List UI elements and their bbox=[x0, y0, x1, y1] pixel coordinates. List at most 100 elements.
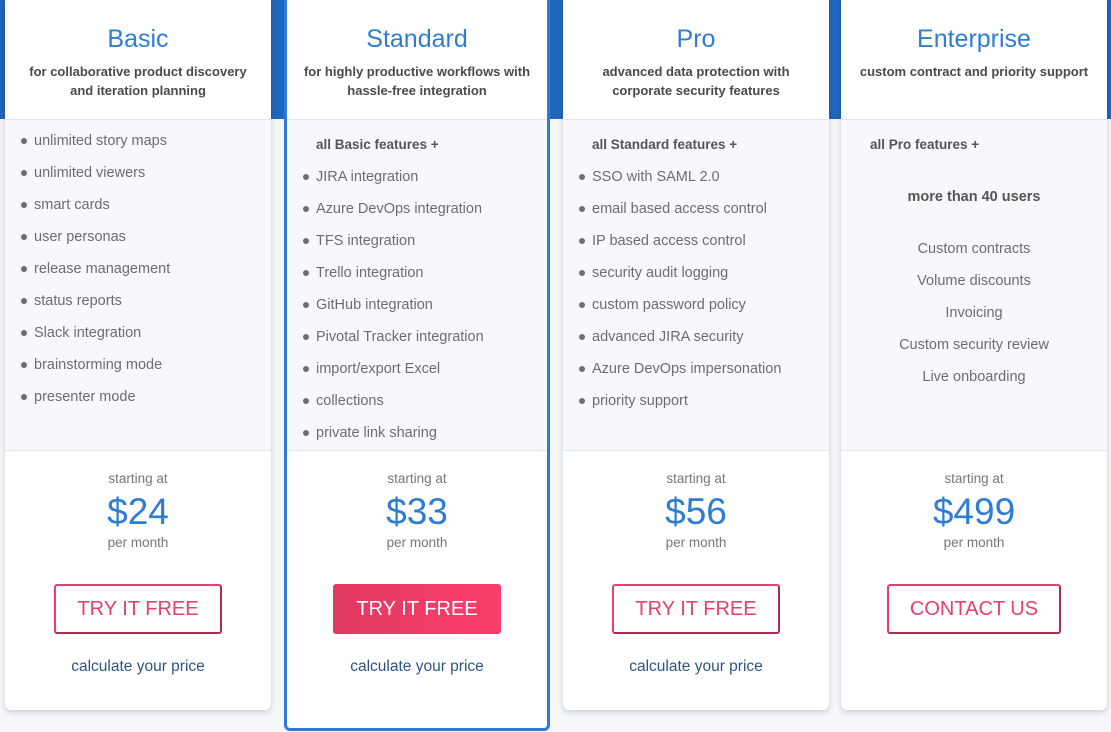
feature-item: status reports bbox=[5, 285, 271, 317]
period-label: per month bbox=[665, 535, 727, 550]
feature-item: email based access control bbox=[563, 193, 829, 225]
features-header: all Basic features + bbox=[316, 137, 439, 152]
feature-item: custom password policy bbox=[563, 289, 829, 321]
bullet-icon bbox=[303, 206, 309, 212]
plan-description: advanced data protection with corporate … bbox=[602, 64, 790, 98]
feature-item: Azure DevOps impersonation bbox=[563, 353, 829, 385]
price-section: starting at $56 per month TRY IT FREE ca… bbox=[563, 451, 829, 676]
price: $499 bbox=[932, 491, 1016, 532]
bullet-icon bbox=[579, 206, 585, 212]
user-count-highlight: more than 40 users bbox=[907, 189, 1041, 205]
starting-label: starting at bbox=[666, 471, 726, 486]
plan-description: for highly productive workflows with has… bbox=[303, 64, 531, 98]
feature-item: import/export Excel bbox=[287, 353, 547, 385]
bullet-icon bbox=[21, 330, 27, 336]
feature-item: unlimited story maps bbox=[5, 125, 271, 157]
feature-item: user personas bbox=[5, 221, 271, 253]
price: $24 bbox=[107, 491, 169, 532]
feature-item: Invoicing bbox=[945, 305, 1003, 321]
bullet-icon bbox=[303, 398, 309, 404]
bullet-icon bbox=[303, 174, 309, 180]
bullet-icon bbox=[21, 138, 27, 144]
price: $33 bbox=[386, 491, 448, 532]
bullet-icon bbox=[579, 366, 585, 372]
price-section: starting at $24 per month TRY IT FREE ca… bbox=[5, 451, 271, 676]
feature-item: IP based access control bbox=[563, 225, 829, 257]
plan-name: Pro bbox=[676, 25, 716, 53]
bullet-icon bbox=[21, 394, 27, 400]
price-section: starting at $33 per month TRY IT FREE ca… bbox=[287, 451, 547, 676]
feature-item: Pivotal Tracker integration bbox=[287, 321, 547, 353]
calculate-price-link[interactable]: calculate your price bbox=[287, 658, 547, 676]
feature-list: all Standard features + SSO with SAML 2.… bbox=[563, 120, 829, 451]
bullet-icon bbox=[303, 430, 309, 436]
plan-header: Standard for highly productive workflows… bbox=[287, 0, 547, 120]
feature-item: advanced JIRA security bbox=[563, 321, 829, 353]
bullet-icon bbox=[579, 238, 585, 244]
feature-item: presenter mode bbox=[5, 381, 271, 413]
feature-item: Live onboarding bbox=[922, 369, 1026, 385]
feature-item: Custom security review bbox=[899, 337, 1049, 353]
bullet-icon bbox=[21, 234, 27, 240]
plan-description: for collaborative product discovery and … bbox=[29, 64, 247, 98]
plan-card-basic: Basic for collaborative product discover… bbox=[5, 0, 271, 710]
feature-list: all Pro features + more than 40 users Cu… bbox=[841, 120, 1107, 451]
features-header: all Pro features + bbox=[870, 137, 980, 152]
feature-item: private link sharing bbox=[287, 417, 547, 449]
bullet-icon bbox=[303, 334, 309, 340]
bullet-icon bbox=[579, 398, 585, 404]
feature-item: unlimited viewers bbox=[5, 157, 271, 189]
feature-item: SSO with SAML 2.0 bbox=[563, 161, 829, 193]
bullet-icon bbox=[21, 362, 27, 368]
plan-name: Standard bbox=[366, 25, 468, 53]
calculate-price-link[interactable]: calculate your price bbox=[563, 658, 829, 676]
plan-name: Enterprise bbox=[917, 25, 1031, 53]
starting-label: starting at bbox=[387, 471, 447, 486]
bullet-icon bbox=[579, 302, 585, 308]
plan-card-standard: Standard for highly productive workflows… bbox=[284, 0, 550, 731]
starting-label: starting at bbox=[108, 471, 168, 486]
bullet-icon bbox=[21, 298, 27, 304]
contact-us-button[interactable]: CONTACT US bbox=[886, 584, 1062, 634]
price-section: starting at $499 per month CONTACT US bbox=[841, 451, 1107, 634]
feature-list: unlimited story maps unlimited viewers s… bbox=[5, 120, 271, 451]
feature-item: release management bbox=[5, 253, 271, 285]
feature-item: smart cards bbox=[5, 189, 271, 221]
plan-header: Basic for collaborative product discover… bbox=[5, 0, 271, 120]
feature-item: security audit logging bbox=[563, 257, 829, 289]
try-free-button[interactable]: TRY IT FREE bbox=[54, 584, 222, 634]
bullet-icon bbox=[579, 174, 585, 180]
feature-item: JIRA integration bbox=[287, 161, 547, 193]
feature-item: Volume discounts bbox=[917, 273, 1031, 289]
period-label: per month bbox=[943, 535, 1005, 550]
feature-item: TFS integration bbox=[287, 225, 547, 257]
period-label: per month bbox=[107, 535, 169, 550]
plan-name: Basic bbox=[107, 25, 169, 53]
period-label: per month bbox=[386, 535, 448, 550]
plan-header: Enterprise custom contract and priority … bbox=[841, 0, 1107, 120]
bullet-icon bbox=[21, 202, 27, 208]
bullet-icon bbox=[303, 366, 309, 372]
feature-item: Trello integration bbox=[287, 257, 547, 289]
bullet-icon bbox=[303, 238, 309, 244]
plan-card-pro: Pro advanced data protection with corpor… bbox=[563, 0, 829, 710]
starting-label: starting at bbox=[944, 471, 1004, 486]
plan-description: custom contract and priority support bbox=[859, 64, 1089, 79]
calculate-price-link[interactable]: calculate your price bbox=[5, 658, 271, 676]
plan-header: Pro advanced data protection with corpor… bbox=[563, 0, 829, 120]
bullet-icon bbox=[303, 270, 309, 276]
plan-card-enterprise: Enterprise custom contract and priority … bbox=[841, 0, 1107, 710]
try-free-button[interactable]: TRY IT FREE bbox=[612, 584, 780, 634]
bullet-icon bbox=[21, 170, 27, 176]
try-free-button[interactable]: TRY IT FREE bbox=[333, 584, 501, 634]
feature-item: brainstorming mode bbox=[5, 349, 271, 381]
feature-item: Slack integration bbox=[5, 317, 271, 349]
bullet-icon bbox=[579, 270, 585, 276]
feature-item: GitHub integration bbox=[287, 289, 547, 321]
feature-item: priority support bbox=[563, 385, 829, 417]
bullet-icon bbox=[21, 266, 27, 272]
bullet-icon bbox=[579, 334, 585, 340]
feature-list: all Basic features + JIRA integration Az… bbox=[287, 120, 547, 451]
feature-item: collections bbox=[287, 385, 547, 417]
feature-item: Custom contracts bbox=[917, 241, 1031, 257]
